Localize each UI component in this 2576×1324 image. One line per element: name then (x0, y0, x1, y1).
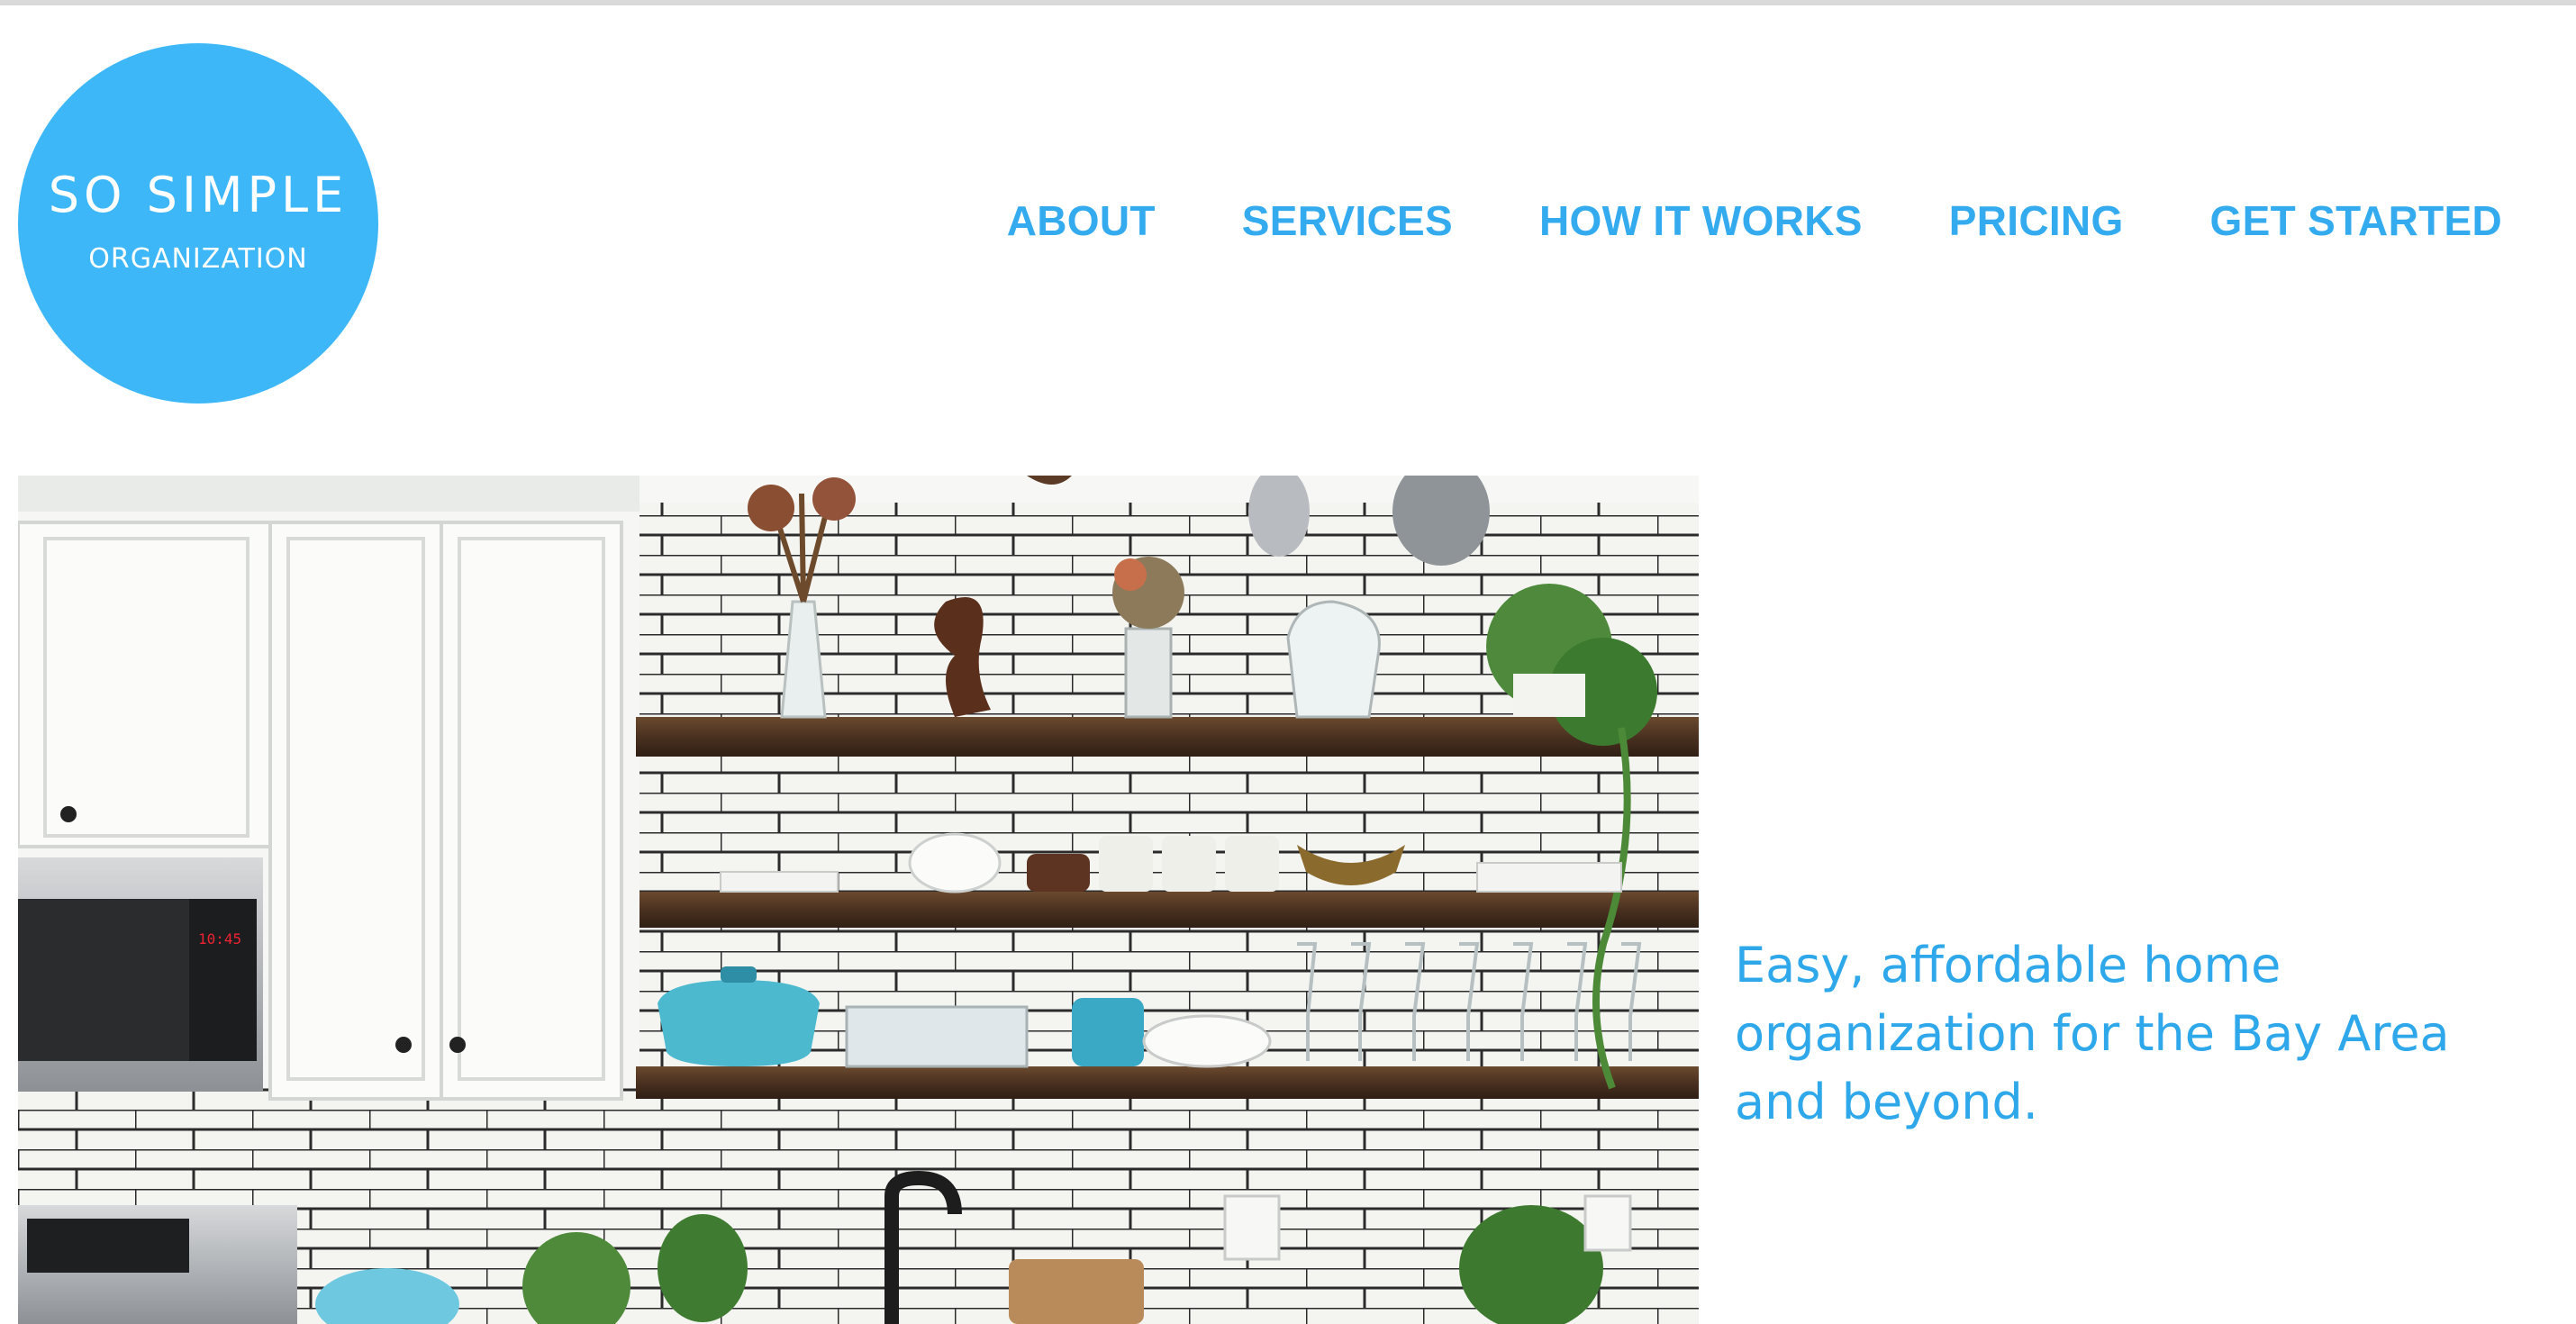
main-nav: ABOUT SERVICES HOW IT WORKS PRICING GET … (1007, 196, 2502, 245)
nav-pricing[interactable]: PRICING (1949, 196, 2124, 245)
nav-services[interactable]: SERVICES (1242, 196, 1453, 245)
nav-about[interactable]: ABOUT (1007, 196, 1156, 245)
browser-top-border (0, 0, 2576, 5)
kitchen-photo: 10:45 (18, 476, 1699, 1324)
logo-title: SO SIMPLE (48, 167, 349, 223)
nav-get-started[interactable]: GET STARTED (2210, 196, 2502, 245)
logo-subtitle: ORGANIZATION (88, 243, 308, 275)
site-logo[interactable]: SO SIMPLE ORGANIZATION (18, 43, 378, 404)
hero-tagline: Easy, affordable home organization for t… (1735, 937, 2450, 1130)
hero-image: 10:45 (18, 476, 1699, 1324)
svg-text:10:45: 10:45 (198, 930, 241, 948)
nav-how-it-works[interactable]: HOW IT WORKS (1539, 196, 1863, 245)
